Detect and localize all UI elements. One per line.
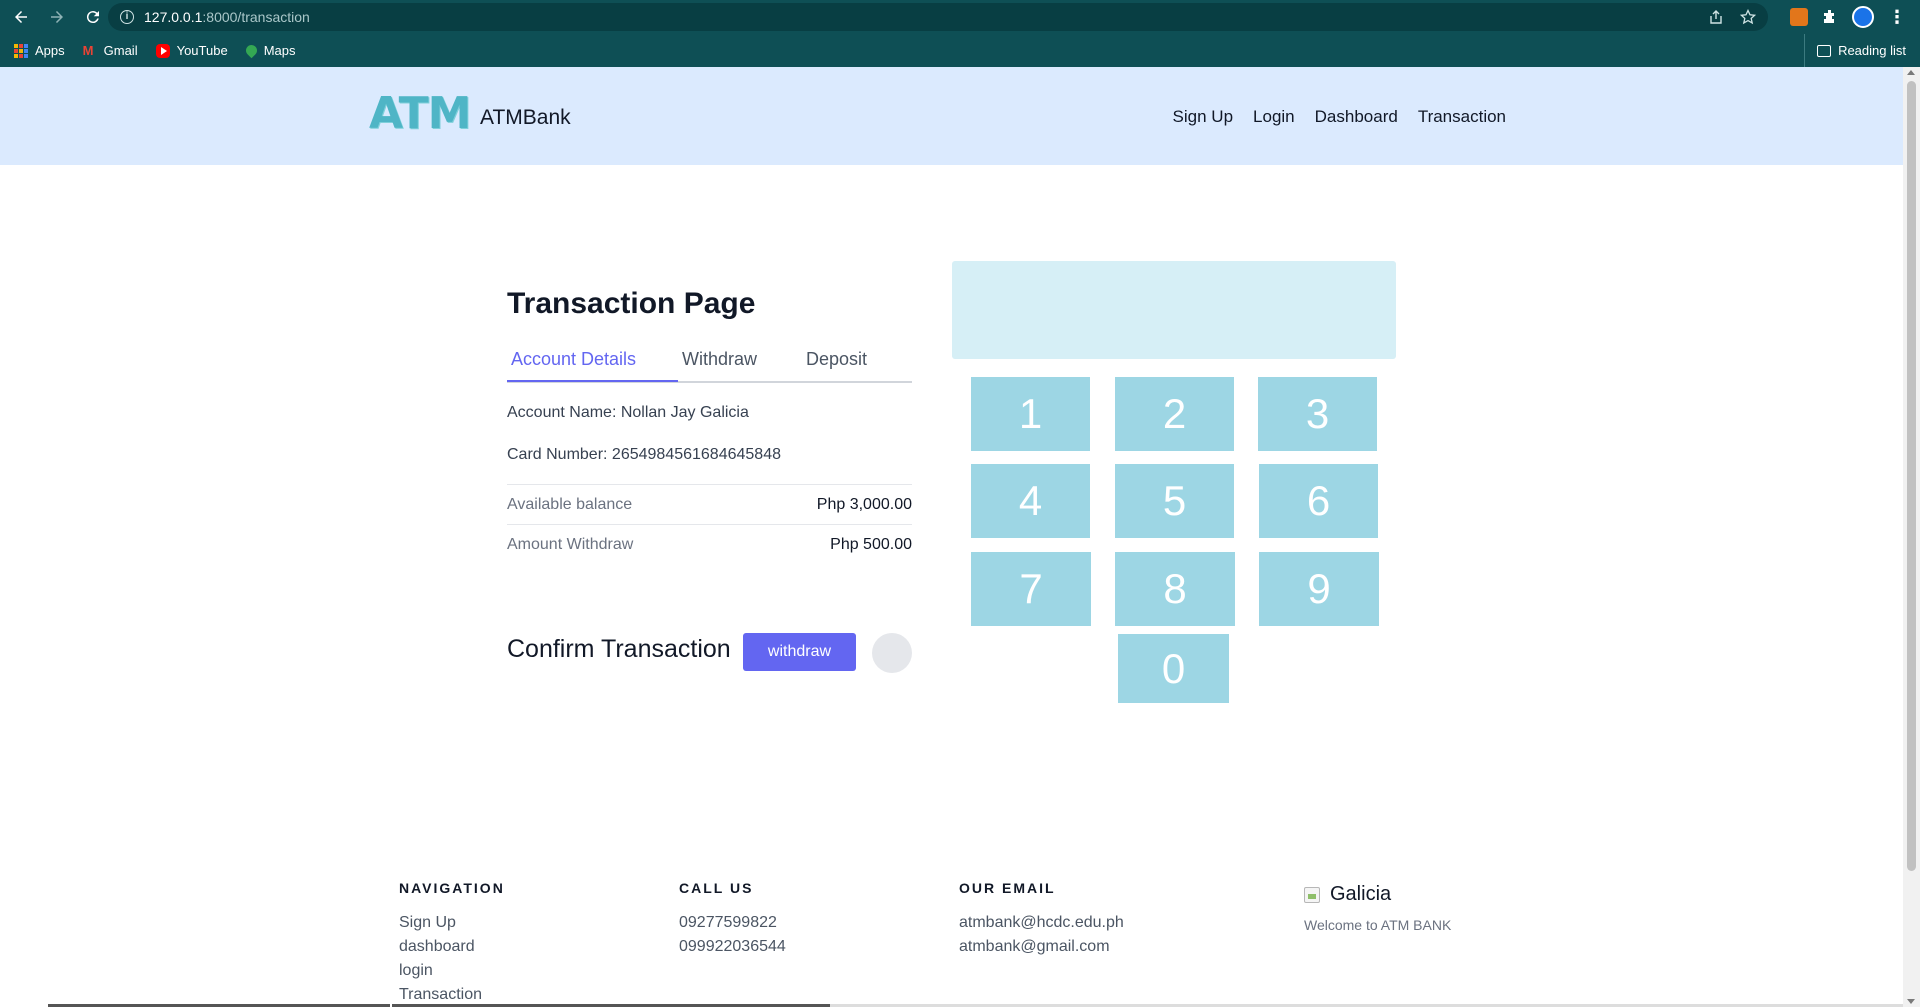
apps-grid-icon [14, 43, 28, 58]
main-nav: Sign Up Login Dashboard Transaction [1173, 107, 1506, 127]
key-0[interactable]: 0 [1118, 634, 1229, 703]
transaction-tabs: Account Details Withdraw Deposit [507, 349, 912, 383]
reload-button[interactable] [78, 2, 108, 32]
page-scrollbar[interactable] [1903, 67, 1920, 1007]
key-2[interactable]: 2 [1115, 377, 1234, 451]
extensions-puzzle-icon[interactable] [1822, 9, 1838, 25]
card-number: Card Number: 2654984561684645848 [507, 446, 781, 463]
footer-call-heading: CALL US [679, 880, 754, 896]
footer-email[interactable]: atmbank@gmail.com [959, 938, 1110, 956]
gmail-icon: M [82, 42, 94, 58]
bookmark-label: YouTube [176, 43, 228, 58]
bookmark-label: Apps [35, 43, 65, 58]
site-header: ATM ATMBank Sign Up Login Dashboard Tran… [0, 67, 1903, 165]
arrow-left-icon [15, 11, 27, 23]
reading-list-icon [1817, 44, 1832, 57]
brand-name[interactable]: ATMBank [480, 106, 571, 130]
footer-brand-name: Galicia [1330, 883, 1392, 905]
maps-pin-icon [243, 42, 259, 59]
tab-deposit[interactable]: Deposit [806, 349, 867, 383]
footer-link-sign-up[interactable]: Sign Up [399, 914, 456, 932]
bookmarks-bar: Apps M Gmail YouTube Maps Reading list [0, 34, 1920, 67]
youtube-icon [155, 43, 170, 58]
nav-sign-up[interactable]: Sign Up [1173, 107, 1233, 127]
key-1[interactable]: 1 [971, 377, 1090, 451]
url-host: 127.0.0.1 [144, 9, 203, 25]
key-6[interactable]: 6 [1259, 464, 1378, 538]
withdraw-button[interactable]: withdraw [743, 633, 856, 671]
metamask-extension-icon[interactable] [1790, 8, 1808, 26]
key-4[interactable]: 4 [971, 464, 1090, 538]
broken-image-icon [1304, 886, 1320, 903]
account-name: Account Name: Nollan Jay Galicia [507, 404, 749, 421]
site-info-icon[interactable]: i [120, 10, 134, 24]
confirm-transaction-heading: Confirm Transaction [507, 635, 731, 663]
footer-tagline: Welcome to ATM BANK [1304, 917, 1452, 933]
key-8[interactable]: 8 [1115, 552, 1235, 626]
bookmark-label: Maps [263, 43, 296, 58]
footer-email[interactable]: atmbank@hcdc.edu.ph [959, 914, 1124, 932]
page-title: Transaction Page [507, 287, 756, 320]
key-7[interactable]: 7 [971, 552, 1091, 626]
balance-value: Php 3,000.00 [816, 495, 912, 513]
key-3[interactable]: 3 [1258, 377, 1377, 451]
footer-phone: 09277599822 [679, 914, 777, 931]
profile-avatar[interactable] [1852, 6, 1874, 28]
tab-account-details[interactable]: Account Details [511, 349, 636, 383]
key-9[interactable]: 9 [1259, 552, 1379, 626]
balance-row: Available balance Php 3,000.00 [507, 484, 912, 524]
scroll-down-arrow-icon[interactable] [1907, 999, 1915, 1004]
bookmark-maps[interactable]: Maps [243, 42, 296, 59]
withdraw-amount-value: Php 500.00 [830, 535, 912, 553]
bookmark-youtube[interactable]: YouTube [155, 43, 228, 58]
footer-link-dashboard[interactable]: dashboard [399, 938, 475, 956]
nav-dashboard[interactable]: Dashboard [1315, 107, 1398, 127]
footer-phone: 099922036544 [679, 938, 786, 955]
back-button[interactable] [6, 2, 36, 32]
keypad-display [952, 261, 1396, 359]
balance-label: Available balance [507, 495, 633, 513]
status-circle[interactable] [872, 633, 912, 673]
key-5[interactable]: 5 [1115, 464, 1234, 538]
footer-email-heading: OUR EMAIL [959, 880, 1056, 896]
menu-kebab-icon[interactable]: ⋮ [1888, 8, 1906, 26]
bookmark-label: Gmail [103, 43, 138, 58]
footer-link-login[interactable]: login [399, 962, 433, 980]
url-path: :8000/transaction [202, 9, 310, 25]
reading-list-button[interactable]: Reading list [1804, 34, 1906, 67]
bookmark-gmail[interactable]: M Gmail [83, 43, 138, 58]
share-icon[interactable] [1708, 9, 1724, 25]
address-bar[interactable]: i 127.0.0.1:8000/transaction [108, 3, 1768, 31]
atm-logo[interactable]: ATM [369, 92, 471, 136]
footer-navigation-heading: NAVIGATION [399, 880, 505, 896]
bookmark-apps[interactable]: Apps [14, 43, 65, 58]
browser-toolbar: i 127.0.0.1:8000/transaction ⋮ [0, 0, 1920, 34]
bookmark-star-icon[interactable] [1739, 8, 1757, 25]
arrow-right-icon [51, 11, 63, 23]
page-viewport: ATM ATMBank Sign Up Login Dashboard Tran… [0, 67, 1903, 1007]
nav-transaction[interactable]: Transaction [1418, 107, 1506, 127]
footer-brand: Galicia [1304, 883, 1391, 906]
scroll-up-arrow-icon[interactable] [1907, 70, 1915, 75]
active-tab-indicator [507, 380, 678, 382]
forward-button[interactable] [42, 2, 72, 32]
footer-link-transaction[interactable]: Transaction [399, 986, 482, 1004]
tab-withdraw[interactable]: Withdraw [682, 349, 757, 383]
withdraw-amount-row: Amount Withdraw Php 500.00 [507, 524, 912, 564]
reading-list-label: Reading list [1838, 43, 1906, 58]
reload-icon [86, 11, 99, 24]
scrollbar-thumb[interactable] [1907, 81, 1916, 871]
withdraw-amount-label: Amount Withdraw [507, 535, 634, 553]
nav-login[interactable]: Login [1253, 107, 1295, 127]
